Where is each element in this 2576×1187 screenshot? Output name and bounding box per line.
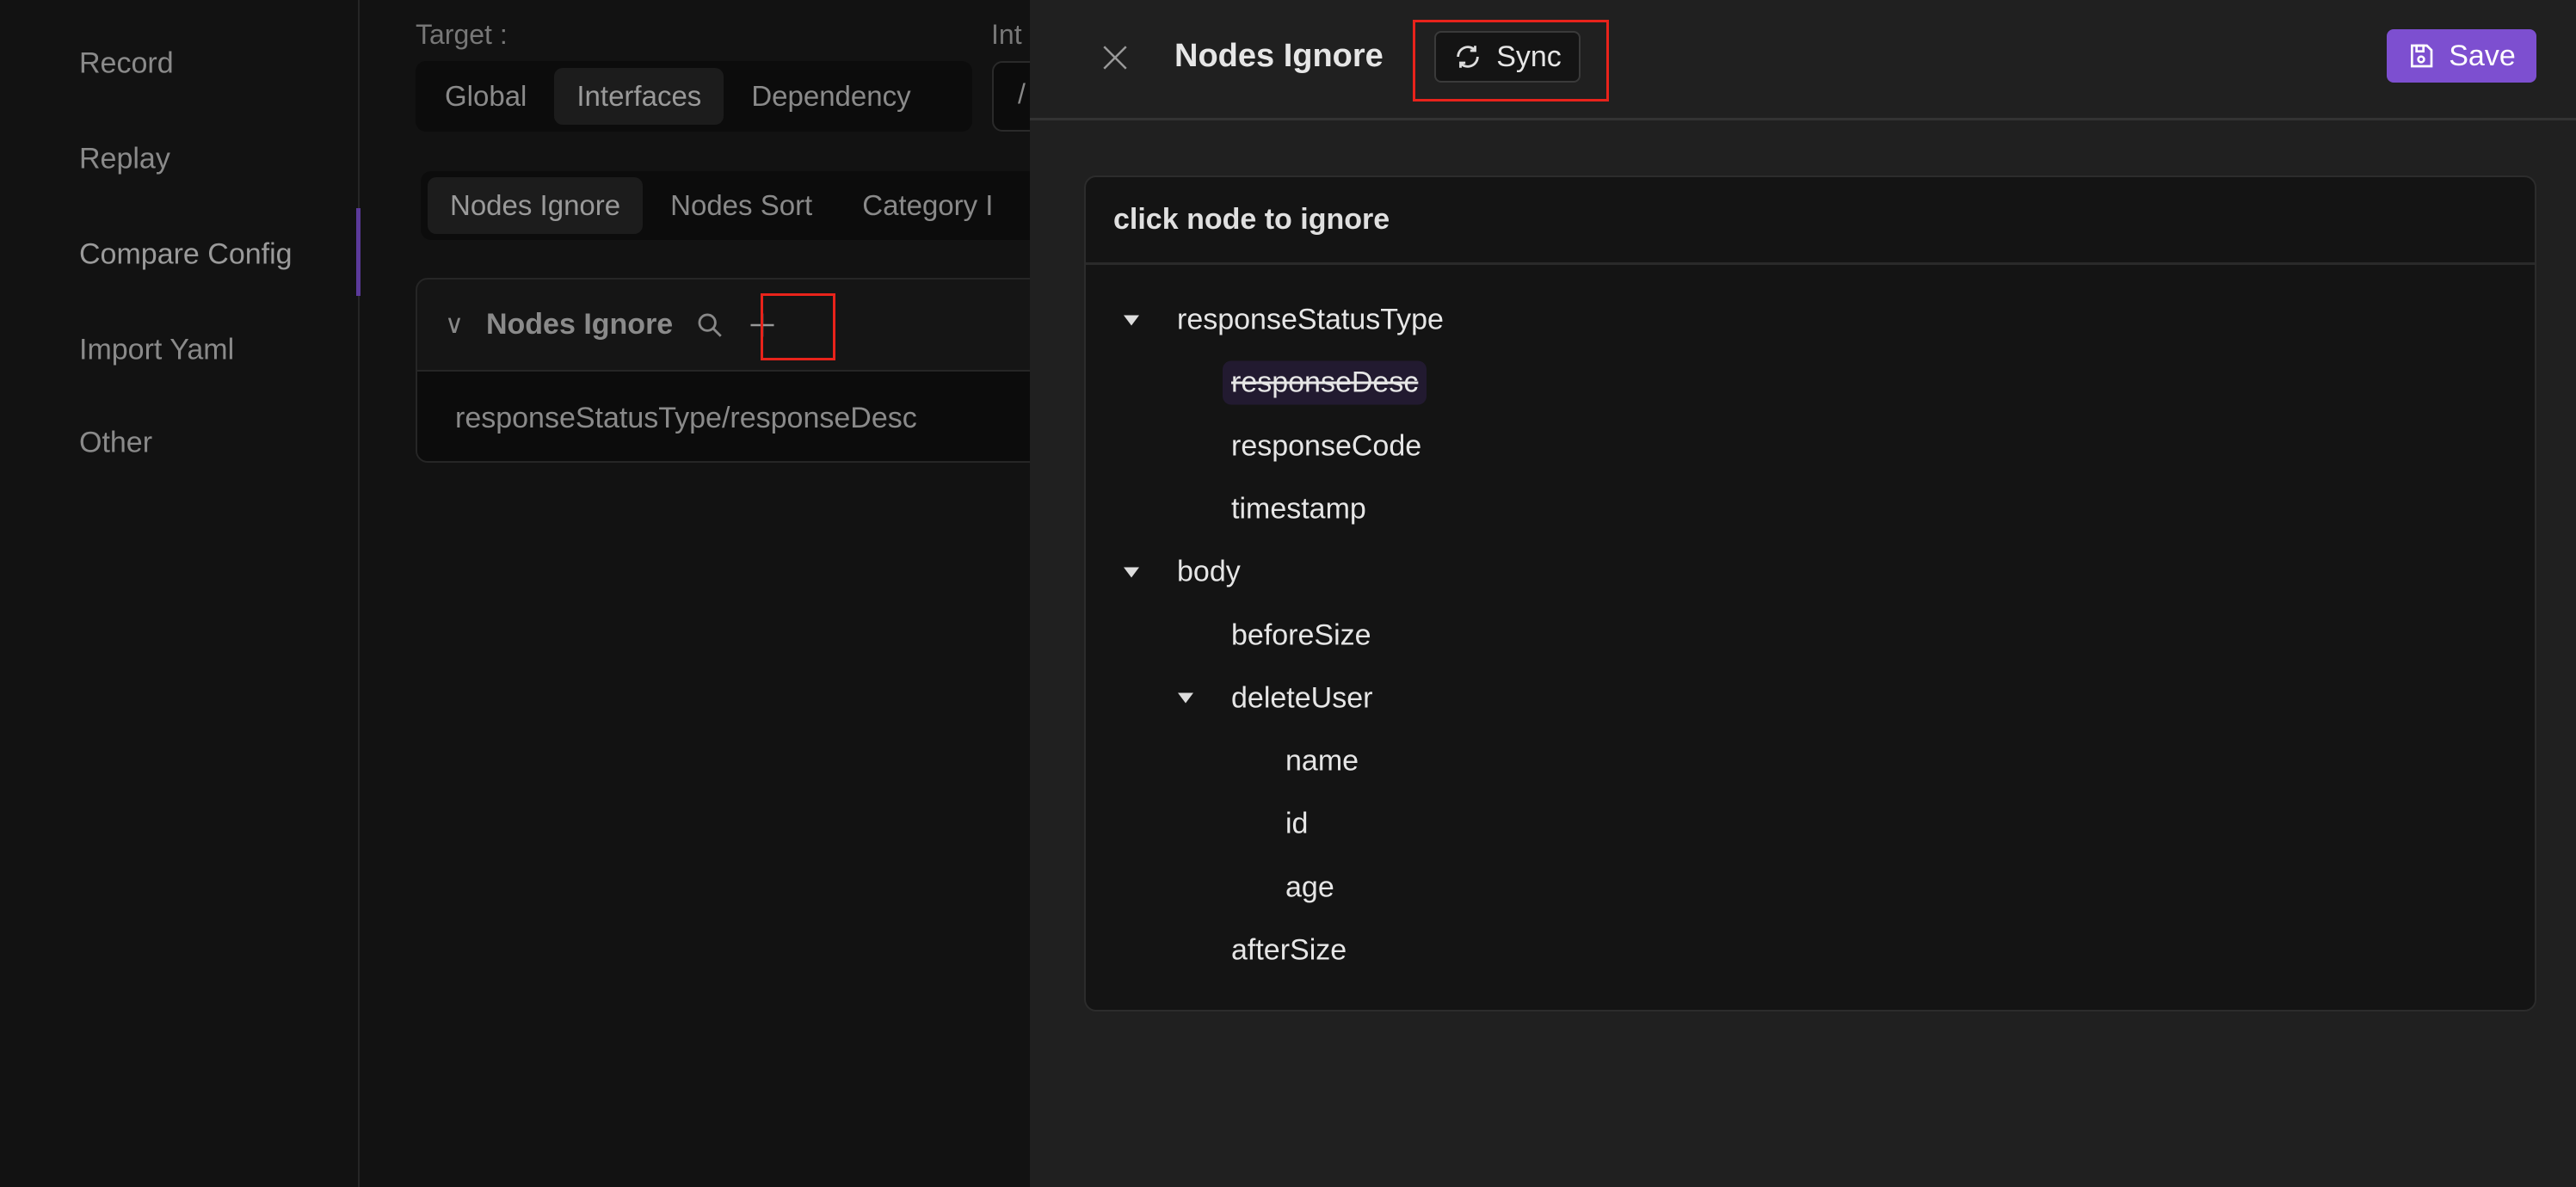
sidebar-item-other[interactable]: Other — [79, 427, 152, 460]
nodes-ignore-drawer: Nodes Ignore Sync Save click node to ign… — [1030, 0, 2576, 1187]
tab-nodes-sort[interactable]: Nodes Sort — [648, 177, 835, 234]
collapse-chevron-icon[interactable]: ∨ — [445, 310, 464, 340]
sidebar-item-import-yaml[interactable]: Import Yaml — [79, 334, 234, 367]
sidebar-item-record[interactable]: Record — [79, 47, 174, 81]
config-tabs: Nodes Ignore Nodes Sort Category I — [421, 171, 1075, 240]
tree-node[interactable]: beforeSize — [1223, 613, 1380, 657]
tree-node-label: beforeSize — [1231, 618, 1371, 651]
drawer-title: Nodes Ignore — [1174, 38, 1384, 74]
tree-node[interactable]: responseDesc — [1223, 360, 1427, 405]
tab-nodes-ignore[interactable]: Nodes Ignore — [428, 177, 644, 234]
tree-node-label: name — [1285, 744, 1359, 778]
highlight-box-add — [761, 293, 835, 360]
interface-label: Int — [991, 19, 1022, 50]
caret-down-icon[interactable] — [1124, 315, 1139, 325]
save-icon — [2411, 44, 2433, 68]
tree-node[interactable]: timestamp — [1223, 487, 1375, 531]
tree-header: click node to ignore — [1086, 177, 2535, 265]
tree-node-label: deleteUser — [1231, 681, 1373, 715]
node-tree-card: click node to ignore responseStatusType r… — [1084, 175, 2536, 1012]
highlight-box-sync — [1413, 20, 1609, 101]
tree-node-label: body — [1177, 555, 1241, 588]
tree-node-label: afterSize — [1231, 933, 1347, 967]
caret-down-icon[interactable] — [1178, 692, 1193, 704]
card-title: Nodes Ignore — [485, 308, 674, 341]
tree-node[interactable]: responseStatusType — [1124, 298, 1452, 342]
target-option-dependency[interactable]: Dependency — [729, 68, 933, 125]
target-segmented: Global Interfaces Dependency — [416, 61, 972, 132]
tree-node[interactable]: body — [1124, 550, 1249, 594]
target-option-global[interactable]: Global — [422, 68, 549, 125]
sidebar-item-replay[interactable]: Replay — [79, 143, 170, 176]
save-button[interactable]: Save — [2387, 29, 2536, 83]
tab-category[interactable]: Category I — [840, 177, 1015, 234]
tree-node[interactable]: deleteUser — [1178, 676, 1381, 720]
tree-node-label: responseCode — [1231, 429, 1422, 463]
sidebar: Record Replay Compare Config Import Yaml… — [0, 0, 361, 1187]
sidebar-item-compare-config[interactable]: Compare Config — [79, 238, 293, 272]
active-indicator — [356, 208, 361, 296]
tree-node-label: age — [1285, 870, 1334, 904]
tree-node-label: responseStatusType — [1177, 303, 1444, 336]
tree-node[interactable]: name — [1277, 740, 1367, 784]
caret-down-icon[interactable] — [1124, 567, 1139, 578]
tree-node-label: responseDesc — [1223, 360, 1427, 405]
search-icon[interactable] — [695, 311, 724, 340]
tree-node-label: id — [1285, 807, 1309, 840]
tree-node-label: timestamp — [1231, 492, 1366, 526]
target-option-interfaces[interactable]: Interfaces — [554, 68, 724, 125]
tree-node[interactable]: responseCode — [1223, 424, 1430, 468]
tree-node[interactable]: id — [1277, 803, 1316, 846]
close-icon[interactable] — [1100, 43, 1130, 72]
target-label: Target : — [416, 19, 508, 50]
save-label: Save — [2449, 39, 2516, 72]
tree-node[interactable]: age — [1277, 865, 1343, 909]
tree-node[interactable]: afterSize — [1223, 929, 1355, 973]
